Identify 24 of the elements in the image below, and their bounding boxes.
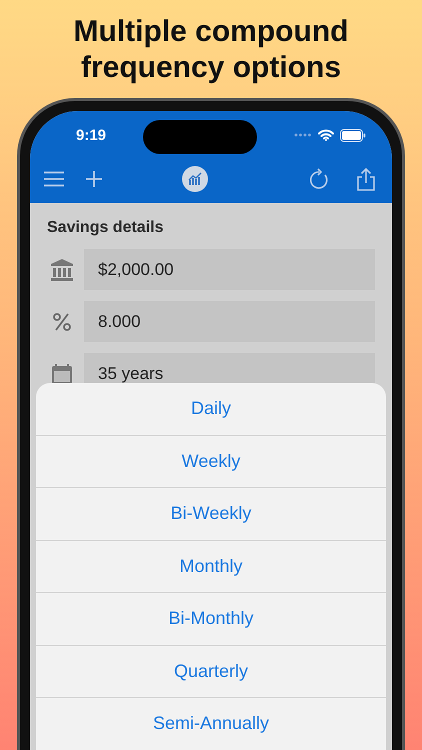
- section-title: Savings details: [47, 219, 164, 237]
- option-button[interactable]: Monthly: [36, 540, 386, 593]
- option-button[interactable]: Weekly: [36, 436, 386, 488]
- battery-icon: [340, 128, 366, 142]
- option-button[interactable]: Bi-Monthly: [36, 593, 386, 646]
- add-icon[interactable]: [85, 170, 103, 188]
- menu-icon[interactable]: [43, 171, 65, 187]
- refresh-icon[interactable]: [310, 168, 330, 190]
- wifi-icon: [318, 129, 334, 141]
- input-field[interactable]: 8.000: [84, 301, 375, 342]
- headline: frequency options: [80, 50, 342, 86]
- chart-icon[interactable]: [182, 166, 208, 192]
- bank-icon: [50, 258, 74, 280]
- option-button[interactable]: Daily: [36, 383, 386, 436]
- status-time: 9:19: [76, 126, 106, 144]
- share-icon[interactable]: [356, 167, 376, 191]
- signal-icon: [294, 133, 312, 137]
- headline: Multiple compound: [74, 14, 348, 50]
- option-button[interactable]: Quarterly: [36, 646, 386, 698]
- calendar-icon: [50, 362, 74, 384]
- input-field[interactable]: $2,000.00: [84, 249, 375, 290]
- option-button[interactable]: Bi-Weekly: [36, 488, 386, 540]
- option-button[interactable]: Semi-Annually: [36, 698, 386, 750]
- percent-icon: [50, 312, 74, 332]
